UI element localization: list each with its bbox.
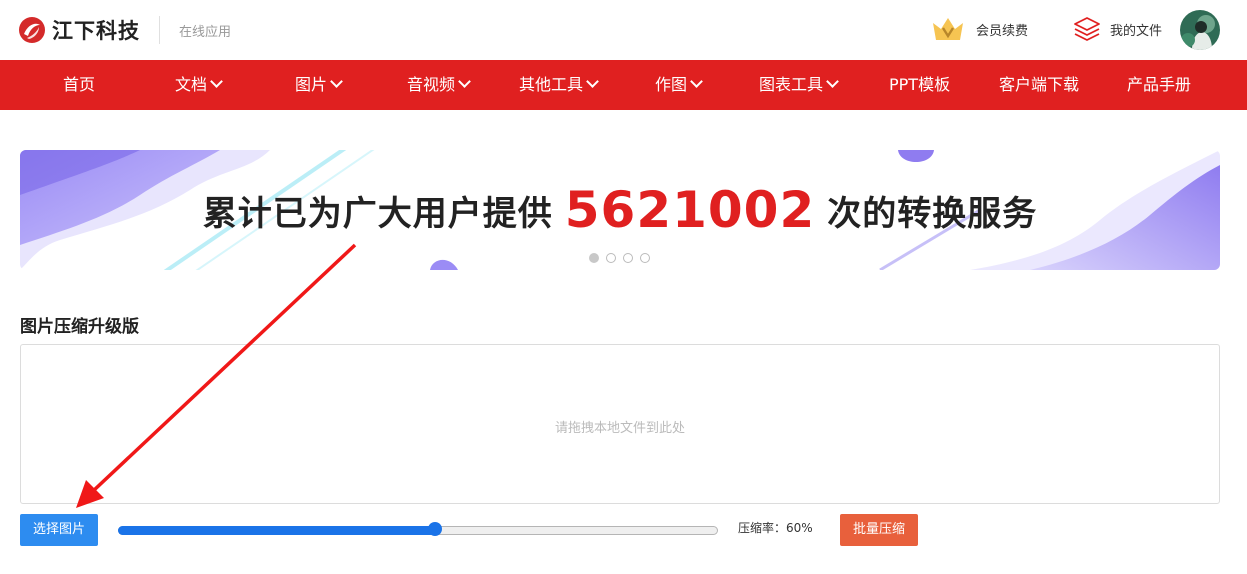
select-image-button[interactable]: 选择图片: [20, 514, 98, 546]
nav-item-label: 图片: [295, 75, 328, 94]
logo-text: 江下科技: [52, 19, 140, 43]
nav-item-client-download[interactable]: 客户端下载: [999, 60, 1079, 110]
nav-item-chart-tools[interactable]: 图表工具: [759, 60, 839, 110]
carousel-dot-1[interactable]: [589, 253, 599, 263]
avatar[interactable]: [1180, 10, 1220, 50]
nav-item-label: 文档: [175, 75, 208, 94]
carousel-dot-2[interactable]: [606, 253, 616, 263]
banner-suffix: 次的转换服务: [827, 193, 1038, 234]
header-divider: [159, 16, 160, 44]
nav-item-label: PPT模板: [889, 75, 951, 94]
layers-icon: [1074, 17, 1100, 41]
nav-item-images[interactable]: 图片: [295, 60, 343, 110]
main-nav: 首页 文档 图片 音视频 其他工具 作图 图表工具 PPT模板 客户端下载 产品…: [0, 60, 1247, 110]
crown-icon: [933, 18, 963, 40]
nav-item-home[interactable]: 首页: [63, 60, 95, 110]
banner-prefix: 累计已为广大用户提供: [202, 193, 553, 234]
nav-item-label: 作图: [655, 75, 688, 94]
chevron-down-icon: [330, 75, 343, 88]
section-title: 图片压缩升级版: [20, 317, 139, 337]
vip-renew-label: 会员续费: [976, 23, 1029, 39]
batch-compress-button[interactable]: 批量压缩: [840, 514, 918, 546]
my-files-label: 我的文件: [1110, 23, 1163, 39]
slider-thumb[interactable]: [428, 522, 442, 536]
nav-item-label: 图表工具: [759, 75, 824, 94]
chevron-down-icon: [690, 75, 703, 88]
file-dropzone[interactable]: 请拖拽本地文件到此处: [20, 344, 1220, 504]
avatar-image: [1180, 10, 1220, 50]
nav-item-audio-video[interactable]: 音视频: [407, 60, 471, 110]
logo-icon: [19, 17, 45, 43]
carousel-dot-3[interactable]: [623, 253, 633, 263]
chevron-down-icon: [458, 75, 471, 88]
nav-item-ppt-templates[interactable]: PPT模板: [889, 60, 950, 110]
logo[interactable]: 江下科技: [18, 12, 140, 48]
nav-item-label: 客户端下载: [999, 75, 1080, 94]
vip-renew-button[interactable]: 会员续费: [930, 14, 1028, 44]
chevron-down-icon: [210, 75, 223, 88]
nav-item-label: 其他工具: [519, 75, 584, 94]
nav-item-drawing[interactable]: 作图: [655, 60, 703, 110]
top-header: 江下科技 在线应用 会员续费 我的文件: [0, 0, 1247, 60]
header-subtitle: 在线应用: [179, 25, 232, 40]
nav-item-docs[interactable]: 文档: [175, 60, 223, 110]
nav-item-other-tools[interactable]: 其他工具: [519, 60, 599, 110]
my-files-button[interactable]: 我的文件: [1072, 14, 1162, 44]
chevron-down-icon: [826, 75, 839, 88]
chevron-down-icon: [586, 75, 599, 88]
nav-item-label: 产品手册: [1127, 75, 1192, 94]
nav-item-label: 音视频: [407, 75, 456, 94]
slider-fill: [118, 526, 435, 535]
nav-item-label: 首页: [63, 75, 96, 94]
carousel-indicators: [589, 253, 657, 263]
banner-carousel[interactable]: 累计已为广大用户提供 5621002 次的转换服务: [20, 150, 1220, 270]
dropzone-hint: 请拖拽本地文件到此处: [554, 421, 685, 436]
banner-headline: 累计已为广大用户提供 5621002 次的转换服务: [20, 150, 1220, 270]
compression-ratio-label: 压缩率：60%: [738, 521, 813, 535]
nav-item-product-manual[interactable]: 产品手册: [1127, 60, 1191, 110]
compression-slider[interactable]: [118, 522, 718, 536]
banner-count: 5621002: [564, 181, 816, 239]
carousel-dot-4[interactable]: [640, 253, 650, 263]
